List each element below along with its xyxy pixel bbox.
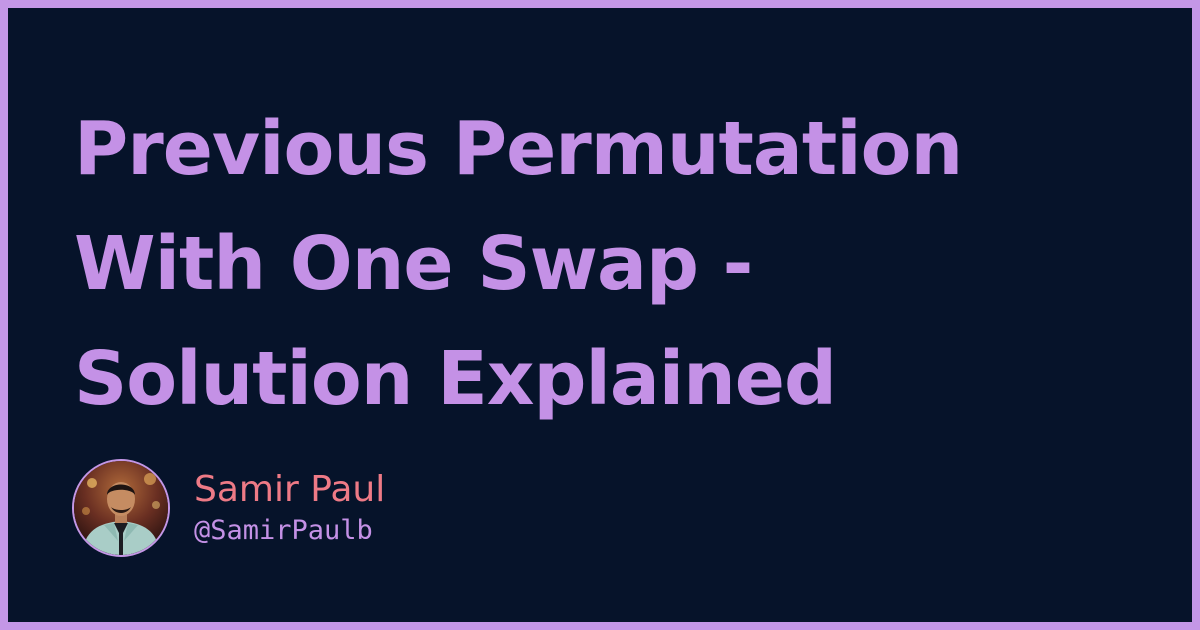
title-line-1: Previous Permutation <box>74 106 963 192</box>
page-title: Previous Permutation With One Swap - Sol… <box>74 92 1134 437</box>
author-handle: @SamirPaulb <box>194 515 373 546</box>
og-card: Previous Permutation With One Swap - Sol… <box>8 8 1192 622</box>
title-line-2: With One Swap - <box>74 221 753 307</box>
author-block: Samir Paul @SamirPaulb <box>72 458 385 558</box>
author-name: Samir Paul <box>194 469 386 510</box>
avatar <box>72 459 170 557</box>
avatar-photo-icon <box>74 461 168 555</box>
title-line-3: Solution Explained <box>74 336 837 422</box>
author-info: Samir Paul @SamirPaulb <box>194 468 385 548</box>
